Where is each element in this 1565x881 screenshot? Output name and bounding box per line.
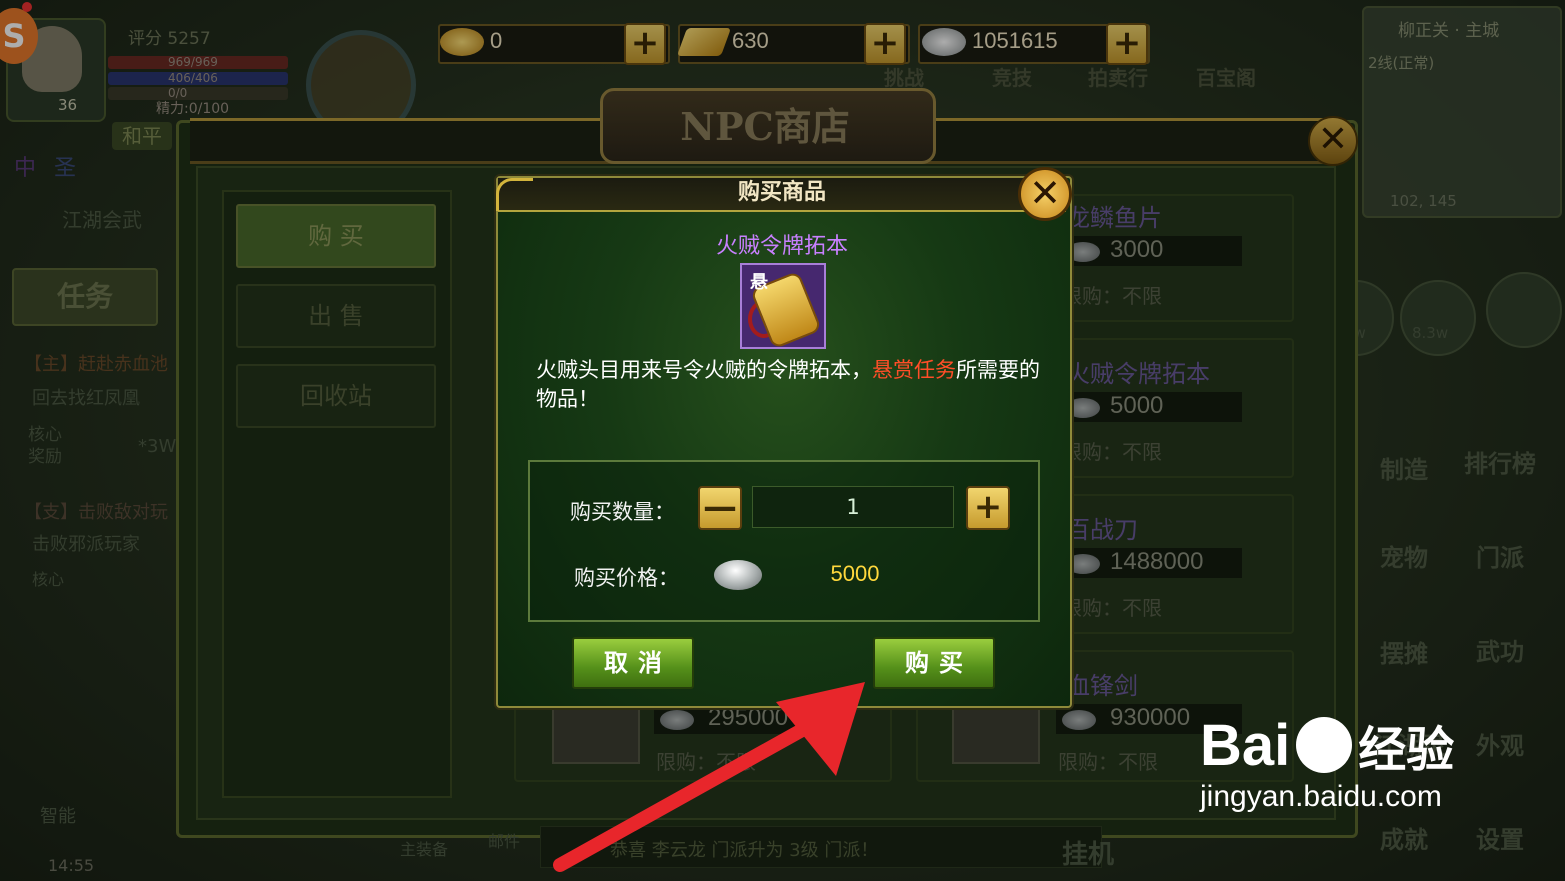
tab-recycle[interactable]: 回收站	[236, 364, 436, 428]
silver-icon	[1062, 710, 1096, 730]
shop-item-price: 3000	[1110, 236, 1164, 263]
mp-text: 406/406	[168, 71, 218, 85]
craft-button[interactable]: 制造	[1380, 450, 1428, 485]
item-description: 火贼头目用来号令火贼的令牌拓本，悬赏任务所需要的物品！	[536, 356, 1042, 414]
task-desc-side: 击败邪派玩家	[32, 534, 140, 555]
price-label: 购买价格：	[574, 566, 679, 590]
shop-title: NPC商店	[680, 104, 850, 149]
reward-label: 核心奖励	[28, 425, 62, 467]
quantity-plus-button[interactable]: +	[966, 486, 1010, 530]
paw-icon	[1296, 717, 1353, 773]
pet-button[interactable]: 宠物	[1380, 538, 1428, 573]
herb-count: 8.3w	[1412, 324, 1449, 342]
item-tag: 悬	[750, 272, 768, 293]
shop-item-name: 火贼令牌拓本	[1066, 360, 1210, 388]
herb-icon[interactable]	[1400, 280, 1476, 356]
gold-ingot-value: 0	[490, 28, 503, 53]
shop-item-price: 1488000	[1110, 548, 1204, 575]
shop-item-name: 血锋剑	[1066, 672, 1138, 700]
purchase-form	[528, 460, 1040, 622]
peace-mode-button[interactable]: 和平	[112, 122, 172, 150]
red-arrow-annotation	[553, 682, 865, 872]
minimap-coords: 102, 145	[1390, 192, 1457, 210]
task-tab[interactable]: 任务	[12, 268, 158, 326]
silver-icon	[922, 28, 966, 56]
stall-button[interactable]: 摆摊	[1380, 634, 1428, 669]
auto-battle-tab[interactable]: 挂机	[1062, 834, 1114, 871]
shop-item-price: 5000	[1110, 392, 1164, 419]
task-desc-main: 回去找红凤凰	[32, 388, 140, 409]
player-score: 评分 5257	[128, 29, 211, 49]
energy-text: 精力:0/100	[156, 101, 230, 117]
auto-button[interactable]: 智能	[40, 802, 76, 828]
shop-item-name: 龙鳞鱼片	[1066, 204, 1162, 232]
main-equip-tab[interactable]: 主装备	[400, 836, 448, 860]
appearance-button[interactable]: 外观	[1476, 726, 1524, 761]
dialog-title: 购买商品	[737, 180, 826, 205]
price-value: 5000	[830, 561, 880, 586]
shop-item-limit: 限购：不限	[1058, 750, 1158, 774]
settings-button[interactable]: 设置	[1476, 820, 1524, 855]
nav-treasure[interactable]: 百宝阁	[1196, 62, 1256, 91]
desc-highlight: 悬赏任务	[872, 358, 956, 382]
watermark-brand-cn: 经验	[1358, 724, 1455, 777]
clock: 14:55	[48, 856, 95, 875]
shop-item-limit: 限购：不限	[1062, 596, 1162, 620]
add-gold-ingot-button[interactable]: +	[624, 23, 666, 65]
minimap-line: 2线(正常)	[1368, 54, 1435, 72]
menu-diamond-icon[interactable]	[1486, 272, 1562, 348]
silver-ingot-icon	[714, 560, 762, 590]
faction-tag: 中	[14, 156, 37, 181]
gold-ingot-icon	[440, 28, 484, 56]
silver-value: 1051615	[972, 28, 1058, 53]
mail-tab[interactable]: 邮件	[488, 828, 520, 852]
player-level: 36	[58, 96, 78, 114]
ranking-button[interactable]: 排行榜	[1464, 444, 1536, 479]
notification-dot	[22, 2, 32, 12]
task-title-main[interactable]: 【主】赶赴赤血池	[24, 350, 168, 376]
gold-bar-value: 630	[732, 28, 769, 53]
add-silver-button[interactable]: +	[1106, 23, 1148, 65]
quantity-label: 购买数量：	[570, 500, 675, 524]
shop-item-limit: 限购：不限	[1062, 440, 1162, 464]
hp-text: 969/969	[168, 55, 218, 69]
buy-button[interactable]: 购买	[873, 637, 995, 689]
shop-item-limit: 限购：不限	[1062, 284, 1162, 308]
minimap-location: 柳正关 · 主城	[1398, 21, 1500, 41]
shop-item-price: 930000	[1110, 704, 1191, 731]
martial-arts-button[interactable]: 武功	[1476, 632, 1524, 667]
event-label[interactable]: 江湖会武	[62, 204, 142, 233]
shop-item-name: 百战刀	[1066, 516, 1138, 544]
reward-label-2: 核心	[32, 570, 65, 589]
dialog-close-button[interactable]: ✕	[1018, 167, 1072, 221]
rank-tag: 圣	[54, 156, 77, 181]
task-title-side[interactable]: 【支】击败敌对玩	[24, 498, 168, 524]
watermark-url: jingyan.baidu.com	[1200, 780, 1442, 813]
baidu-watermark: Bai 经验 jingyan.baidu.com	[1200, 710, 1454, 814]
tab-buy[interactable]: 购 买	[236, 204, 436, 268]
desc-text: 火贼头目用来号令火贼的令牌拓本，	[536, 358, 872, 382]
item-name: 火贼令牌拓本	[715, 234, 848, 259]
nav-challenge[interactable]: 挑战	[884, 62, 924, 91]
quantity-minus-button[interactable]: —	[698, 486, 742, 530]
tab-sell[interactable]: 出 售	[236, 284, 436, 348]
nav-arena[interactable]: 竞技	[992, 62, 1032, 91]
achievement-button[interactable]: 成就	[1380, 820, 1428, 855]
shop-close-button[interactable]: ✕	[1308, 116, 1358, 166]
watermark-brand: Bai	[1200, 712, 1291, 778]
sect-button[interactable]: 门派	[1476, 538, 1524, 573]
nav-auction[interactable]: 拍卖行	[1088, 62, 1148, 91]
reward-value: *3W	[138, 436, 177, 457]
shop-category-panel	[222, 190, 452, 798]
add-gold-bar-button[interactable]: +	[864, 23, 906, 65]
quantity-input[interactable]: 1	[752, 486, 954, 528]
